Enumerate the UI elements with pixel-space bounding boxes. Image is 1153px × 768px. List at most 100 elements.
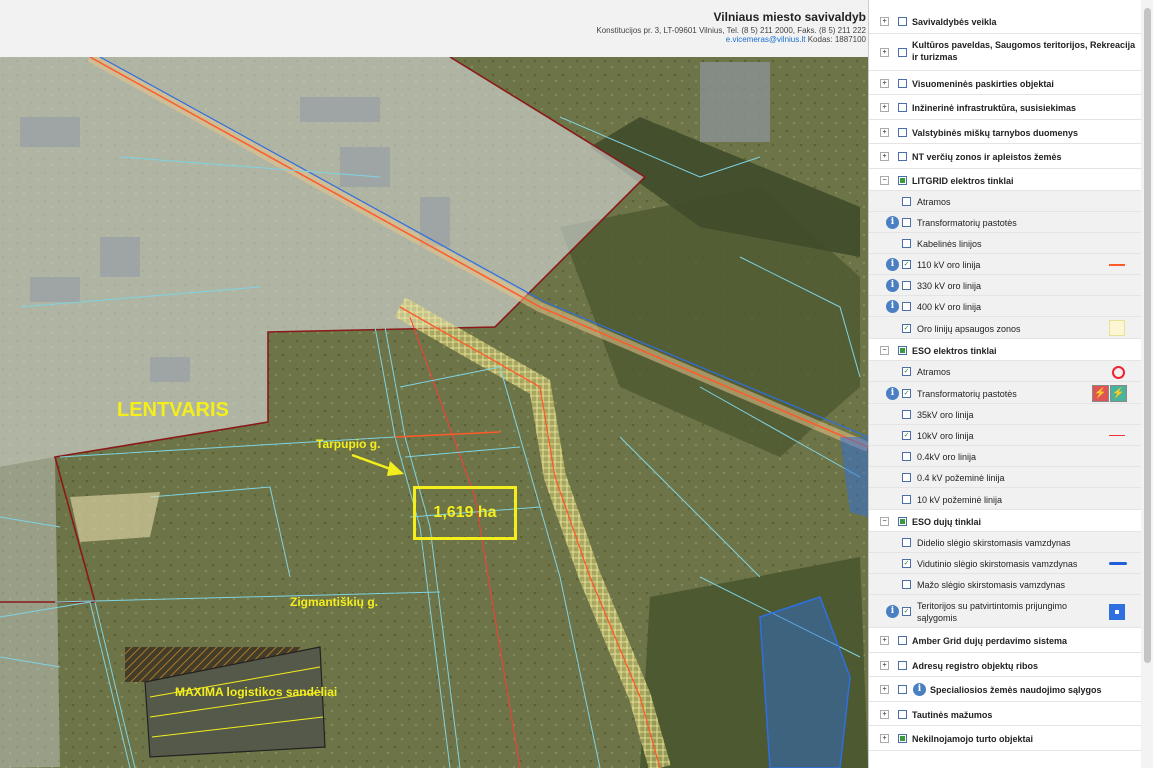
layer-checkbox[interactable] xyxy=(898,103,907,112)
expand-icon[interactable]: + xyxy=(880,17,889,26)
info-icon[interactable]: i xyxy=(886,605,899,618)
layer-checkbox[interactable] xyxy=(898,685,907,694)
layer-checkbox[interactable] xyxy=(902,452,911,461)
layer-checkbox[interactable] xyxy=(902,607,911,616)
layer-checkbox[interactable] xyxy=(902,494,911,504)
layer-group-row[interactable]: + i Specialiosios žemės naudojimo sąlygos xyxy=(869,677,1141,702)
expand-icon[interactable]: + xyxy=(880,48,889,57)
map-view[interactable]: LENTVARIS Tarpupio g. Zigmantiškių g. MA… xyxy=(0,57,868,768)
info-icon[interactable]: i xyxy=(886,300,899,313)
layer-item-row[interactable]: i Teritorijos su patvirtintomis prijungim… xyxy=(869,595,1141,628)
scrollbar[interactable] xyxy=(1141,0,1153,768)
collapse-icon[interactable]: − xyxy=(880,345,889,355)
layer-checkbox[interactable] xyxy=(902,323,911,333)
layer-item-row[interactable]: Didelio slėgio skirstomasis vamzdynas xyxy=(869,532,1141,553)
layer-checkbox[interactable] xyxy=(902,431,911,440)
layer-checkbox[interactable] xyxy=(898,17,907,26)
layer-group-row[interactable]: − LITGRID elektros tinklai xyxy=(869,169,1141,191)
layer-group-row[interactable]: + Nekilnojamojo turto objektai xyxy=(869,726,1141,751)
collapse-icon[interactable]: − xyxy=(880,175,889,185)
layer-checkbox[interactable] xyxy=(902,197,911,206)
layer-item-row[interactable]: 10kV oro linija xyxy=(869,425,1141,446)
layer-group-row[interactable]: + Tautinės mažumos xyxy=(869,702,1141,726)
layer-item-row[interactable]: i 330 kV oro linija xyxy=(869,275,1141,296)
layer-checkbox[interactable] xyxy=(902,559,911,568)
expand-icon[interactable]: + xyxy=(880,660,889,670)
info-icon[interactable]: i xyxy=(886,279,899,292)
layer-checkbox[interactable] xyxy=(898,636,907,645)
header-bar: Vilniaus miesto savivaldyb Konstitucijos… xyxy=(0,0,868,58)
layer-checkbox[interactable] xyxy=(902,580,911,589)
email-link[interactable]: e.vicemeras@vilnius.lt xyxy=(726,35,806,44)
expand-icon[interactable]: + xyxy=(880,636,889,645)
layer-checkbox[interactable] xyxy=(898,734,907,743)
info-icon[interactable]: i xyxy=(886,216,899,229)
layer-label: 0.4kV oro linija xyxy=(917,452,977,462)
layer-checkbox[interactable] xyxy=(902,302,911,311)
info-icon[interactable]: i xyxy=(913,683,926,696)
layer-group-row[interactable]: + Valstybinės miškų tarnybos duomenys xyxy=(869,120,1141,144)
layer-checkbox[interactable] xyxy=(898,345,907,355)
layer-group-row[interactable]: + Visuomeninės paskirties objektai xyxy=(869,71,1141,95)
layer-item-row[interactable]: Oro linijų apsaugos zonos xyxy=(869,317,1141,339)
legend-yellow-box-icon xyxy=(1109,320,1125,336)
layer-checkbox[interactable] xyxy=(902,410,911,419)
layer-checkbox[interactable] xyxy=(902,367,911,376)
expand-icon[interactable]: + xyxy=(880,734,889,743)
layer-checkbox[interactable] xyxy=(902,218,911,227)
layer-item-row[interactable]: i Transformatorių pastotės ⚡⚡ xyxy=(869,382,1141,404)
layer-group-row[interactable]: + Kultūros paveldas, Saugomos teritorijos… xyxy=(869,34,1141,71)
legend-red-circle-icon xyxy=(1112,365,1125,379)
layer-item-row[interactable]: i 110 kV oro linija xyxy=(869,254,1141,275)
layer-checkbox[interactable] xyxy=(898,660,907,670)
layer-group-row[interactable]: − ESO dujų tinklai xyxy=(869,510,1141,532)
layer-checkbox[interactable] xyxy=(898,127,907,137)
layer-checkbox[interactable] xyxy=(898,709,907,719)
expand-icon[interactable]: + xyxy=(880,103,889,112)
layer-checkbox[interactable] xyxy=(898,48,907,57)
layer-group-row[interactable]: + NT verčių zonos ir apleistos žemės xyxy=(869,144,1141,169)
layer-checkbox[interactable] xyxy=(902,239,911,248)
layer-item-row[interactable]: 35kV oro linija xyxy=(869,404,1141,425)
layer-item-row[interactable]: Atramos xyxy=(869,361,1141,382)
layer-item-row[interactable]: Kabelinės linijos xyxy=(869,233,1141,254)
layer-checkbox[interactable] xyxy=(898,175,907,185)
layer-group-row[interactable]: + Amber Grid dujų perdavimo sistema xyxy=(869,628,1141,653)
expand-icon[interactable]: + xyxy=(880,152,889,161)
layer-group-row[interactable]: − ESO elektros tinklai xyxy=(869,339,1141,361)
layer-checkbox[interactable] xyxy=(898,516,907,526)
layer-checkbox[interactable] xyxy=(898,78,907,88)
info-icon[interactable]: i xyxy=(886,386,899,400)
layer-item-row[interactable]: 0.4 kV požeminė linija xyxy=(869,467,1141,488)
expand-icon[interactable]: + xyxy=(880,78,889,88)
layer-checkbox[interactable] xyxy=(902,260,911,269)
layer-label: Inžinerinė infrastruktūra, susisiekimas xyxy=(912,103,1077,113)
layer-group-row[interactable]: + Adresų registro objektų ribos xyxy=(869,653,1141,677)
map-label-street: Zigmantiškių g. xyxy=(290,595,379,609)
layer-checkbox[interactable] xyxy=(898,152,907,161)
layer-group-row[interactable]: + Inžinerinė infrastruktūra, susisiekimas xyxy=(869,95,1141,120)
expand-icon[interactable]: + xyxy=(880,709,889,719)
layer-list: + Savivaldybės veikla + Kultūros paveldas, … xyxy=(869,9,1141,751)
layer-item-row[interactable]: 10 kV požeminė linija xyxy=(869,488,1141,510)
layer-checkbox[interactable] xyxy=(902,281,911,290)
scrollbar-thumb[interactable] xyxy=(1144,8,1151,663)
collapse-icon[interactable]: − xyxy=(880,516,889,526)
layer-item-row[interactable]: Mažo slėgio skirstomasis vamzdynas xyxy=(869,574,1141,595)
layer-item-row[interactable]: Atramos xyxy=(869,191,1141,212)
expand-icon[interactable]: + xyxy=(880,685,889,694)
layer-label: ESO elektros tinklai xyxy=(912,345,997,356)
layer-checkbox[interactable] xyxy=(902,388,911,398)
substation-icon: ⚡ xyxy=(1110,385,1127,402)
info-icon[interactable]: i xyxy=(886,258,899,271)
layer-checkbox[interactable] xyxy=(902,538,911,547)
layer-label: Transformatorių pastotės xyxy=(917,218,1017,228)
parcel-area-value: 1,619 ha xyxy=(433,504,497,521)
expand-icon[interactable]: + xyxy=(880,127,889,137)
layer-item-row[interactable]: Vidutinio slėgio skirstomasis vamzdynas xyxy=(869,553,1141,574)
layer-item-row[interactable]: i 400 kV oro linija xyxy=(869,296,1141,317)
layer-group-row[interactable]: + Savivaldybės veikla xyxy=(869,9,1141,34)
layer-item-row[interactable]: i Transformatorių pastotės xyxy=(869,212,1141,233)
layer-checkbox[interactable] xyxy=(902,473,911,482)
layer-item-row[interactable]: 0.4kV oro linija xyxy=(869,446,1141,467)
